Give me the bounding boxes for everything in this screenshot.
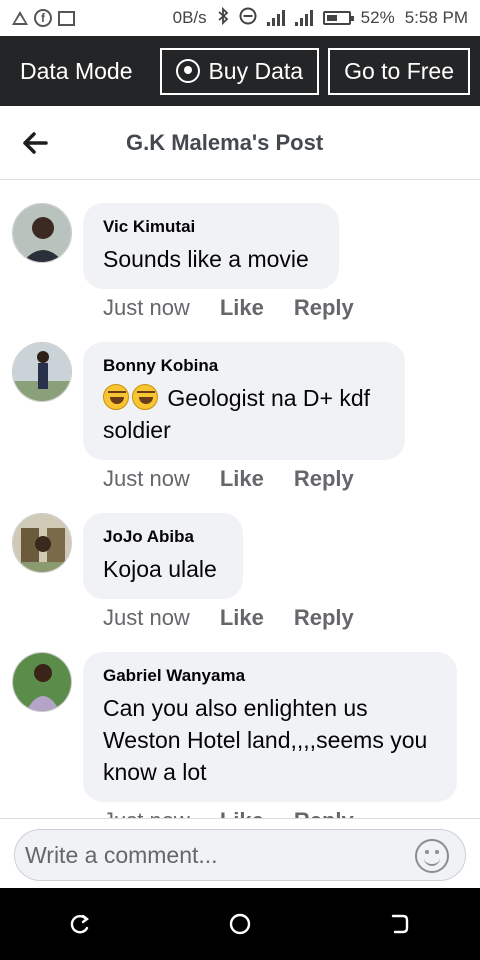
- avatar[interactable]: [12, 203, 72, 263]
- comment-text-block: Geologist na D+ kdf soldier: [103, 382, 385, 446]
- comment-composer: [0, 818, 480, 888]
- avatar[interactable]: [12, 342, 72, 402]
- comment-timestamp: Just now: [103, 295, 190, 320]
- comment-actions: Just now Like Reply: [103, 808, 354, 818]
- rofl-emoji-icon: [103, 384, 129, 410]
- comment-bubble[interactable]: Vic Kimutai Sounds like a movie: [83, 203, 339, 289]
- data-mode-bar: Data Mode Buy Data Go to Free: [0, 36, 480, 106]
- comment-actions: Just now Like Reply: [103, 605, 354, 631]
- like-button[interactable]: Like: [220, 605, 264, 631]
- buy-data-label: Buy Data: [208, 57, 304, 84]
- recent-apps-button[interactable]: [40, 888, 120, 960]
- like-button[interactable]: Like: [220, 295, 264, 321]
- reply-button[interactable]: Reply: [294, 466, 354, 492]
- emoji-icon[interactable]: [415, 839, 449, 873]
- comment-timestamp: Just now: [103, 808, 190, 818]
- comment-bubble[interactable]: Gabriel Wanyama Can you also enlighten u…: [83, 652, 457, 802]
- comment-bubble[interactable]: Bonny Kobina Geologist na D+ kdf soldier: [83, 342, 405, 460]
- like-button[interactable]: Like: [220, 466, 264, 492]
- network-speed: 0B/s: [172, 8, 207, 27]
- reply-button[interactable]: Reply: [294, 295, 354, 321]
- post-header: G.K Malema's Post: [0, 106, 480, 180]
- comment-actions: Just now Like Reply: [103, 466, 354, 492]
- recent-apps-icon: [70, 914, 89, 934]
- home-button[interactable]: [200, 888, 280, 960]
- reply-button[interactable]: Reply: [294, 808, 354, 818]
- do-not-disturb-icon: [239, 7, 257, 30]
- comment-timestamp: Just now: [103, 605, 190, 630]
- comment-input[interactable]: [25, 841, 405, 869]
- go-to-free-label: Go to Free: [344, 57, 454, 84]
- broadcast-icon: [176, 59, 201, 83]
- comment-list[interactable]: Vic Kimutai Sounds like a movie Just now…: [0, 181, 480, 818]
- buy-data-button[interactable]: Buy Data: [160, 47, 320, 95]
- go-to-free-button[interactable]: Go to Free: [328, 47, 470, 95]
- comment-actions: Just now Like Reply: [103, 295, 354, 321]
- system-nav-bar: [0, 888, 480, 960]
- like-button[interactable]: Like: [220, 808, 264, 818]
- comment-author[interactable]: Vic Kimutai: [103, 217, 319, 237]
- image-icon: [58, 10, 75, 26]
- page-title: G.K Malema's Post: [126, 129, 324, 155]
- signal-icon: [266, 10, 285, 26]
- back-nav-button[interactable]: [360, 888, 440, 960]
- back-arrow-icon: [23, 131, 48, 154]
- battery-percent: 52%: [360, 8, 395, 27]
- bluetooth-icon: [217, 6, 229, 30]
- battery-icon: [322, 11, 354, 25]
- reply-button[interactable]: Reply: [294, 605, 354, 631]
- facebook-icon: f: [34, 9, 52, 27]
- clock: 5:58 PM: [404, 8, 468, 27]
- comment-bubble[interactable]: JoJo Abiba Kojoa ulale: [83, 513, 243, 599]
- comment-timestamp: Just now: [103, 466, 190, 491]
- comment-text: Kojoa ulale: [103, 556, 217, 582]
- status-left-icons: f: [12, 9, 75, 27]
- avatar[interactable]: [12, 652, 72, 712]
- status-bar: f 0B/s 52% 5:58 PM: [0, 0, 480, 36]
- status-right-icons: 0B/s 52% 5:58 PM: [172, 6, 468, 30]
- comment-author[interactable]: Gabriel Wanyama: [103, 666, 437, 686]
- warning-icon: [12, 11, 28, 25]
- comment-text: Can you also enlighten us Weston Hotel l…: [103, 695, 428, 785]
- comment-author[interactable]: JoJo Abiba: [103, 527, 223, 547]
- data-mode-label: Data Mode: [20, 57, 133, 84]
- back-button[interactable]: [0, 106, 70, 180]
- back-nav-icon: [391, 914, 409, 934]
- home-icon: [229, 913, 251, 935]
- signal-icon: [294, 10, 313, 26]
- comment-text: Sounds like a movie: [103, 246, 309, 272]
- rofl-emoji-icon: [132, 384, 158, 410]
- avatar[interactable]: [12, 513, 72, 573]
- comment-input-container[interactable]: [14, 829, 466, 881]
- comment-author[interactable]: Bonny Kobina: [103, 356, 385, 376]
